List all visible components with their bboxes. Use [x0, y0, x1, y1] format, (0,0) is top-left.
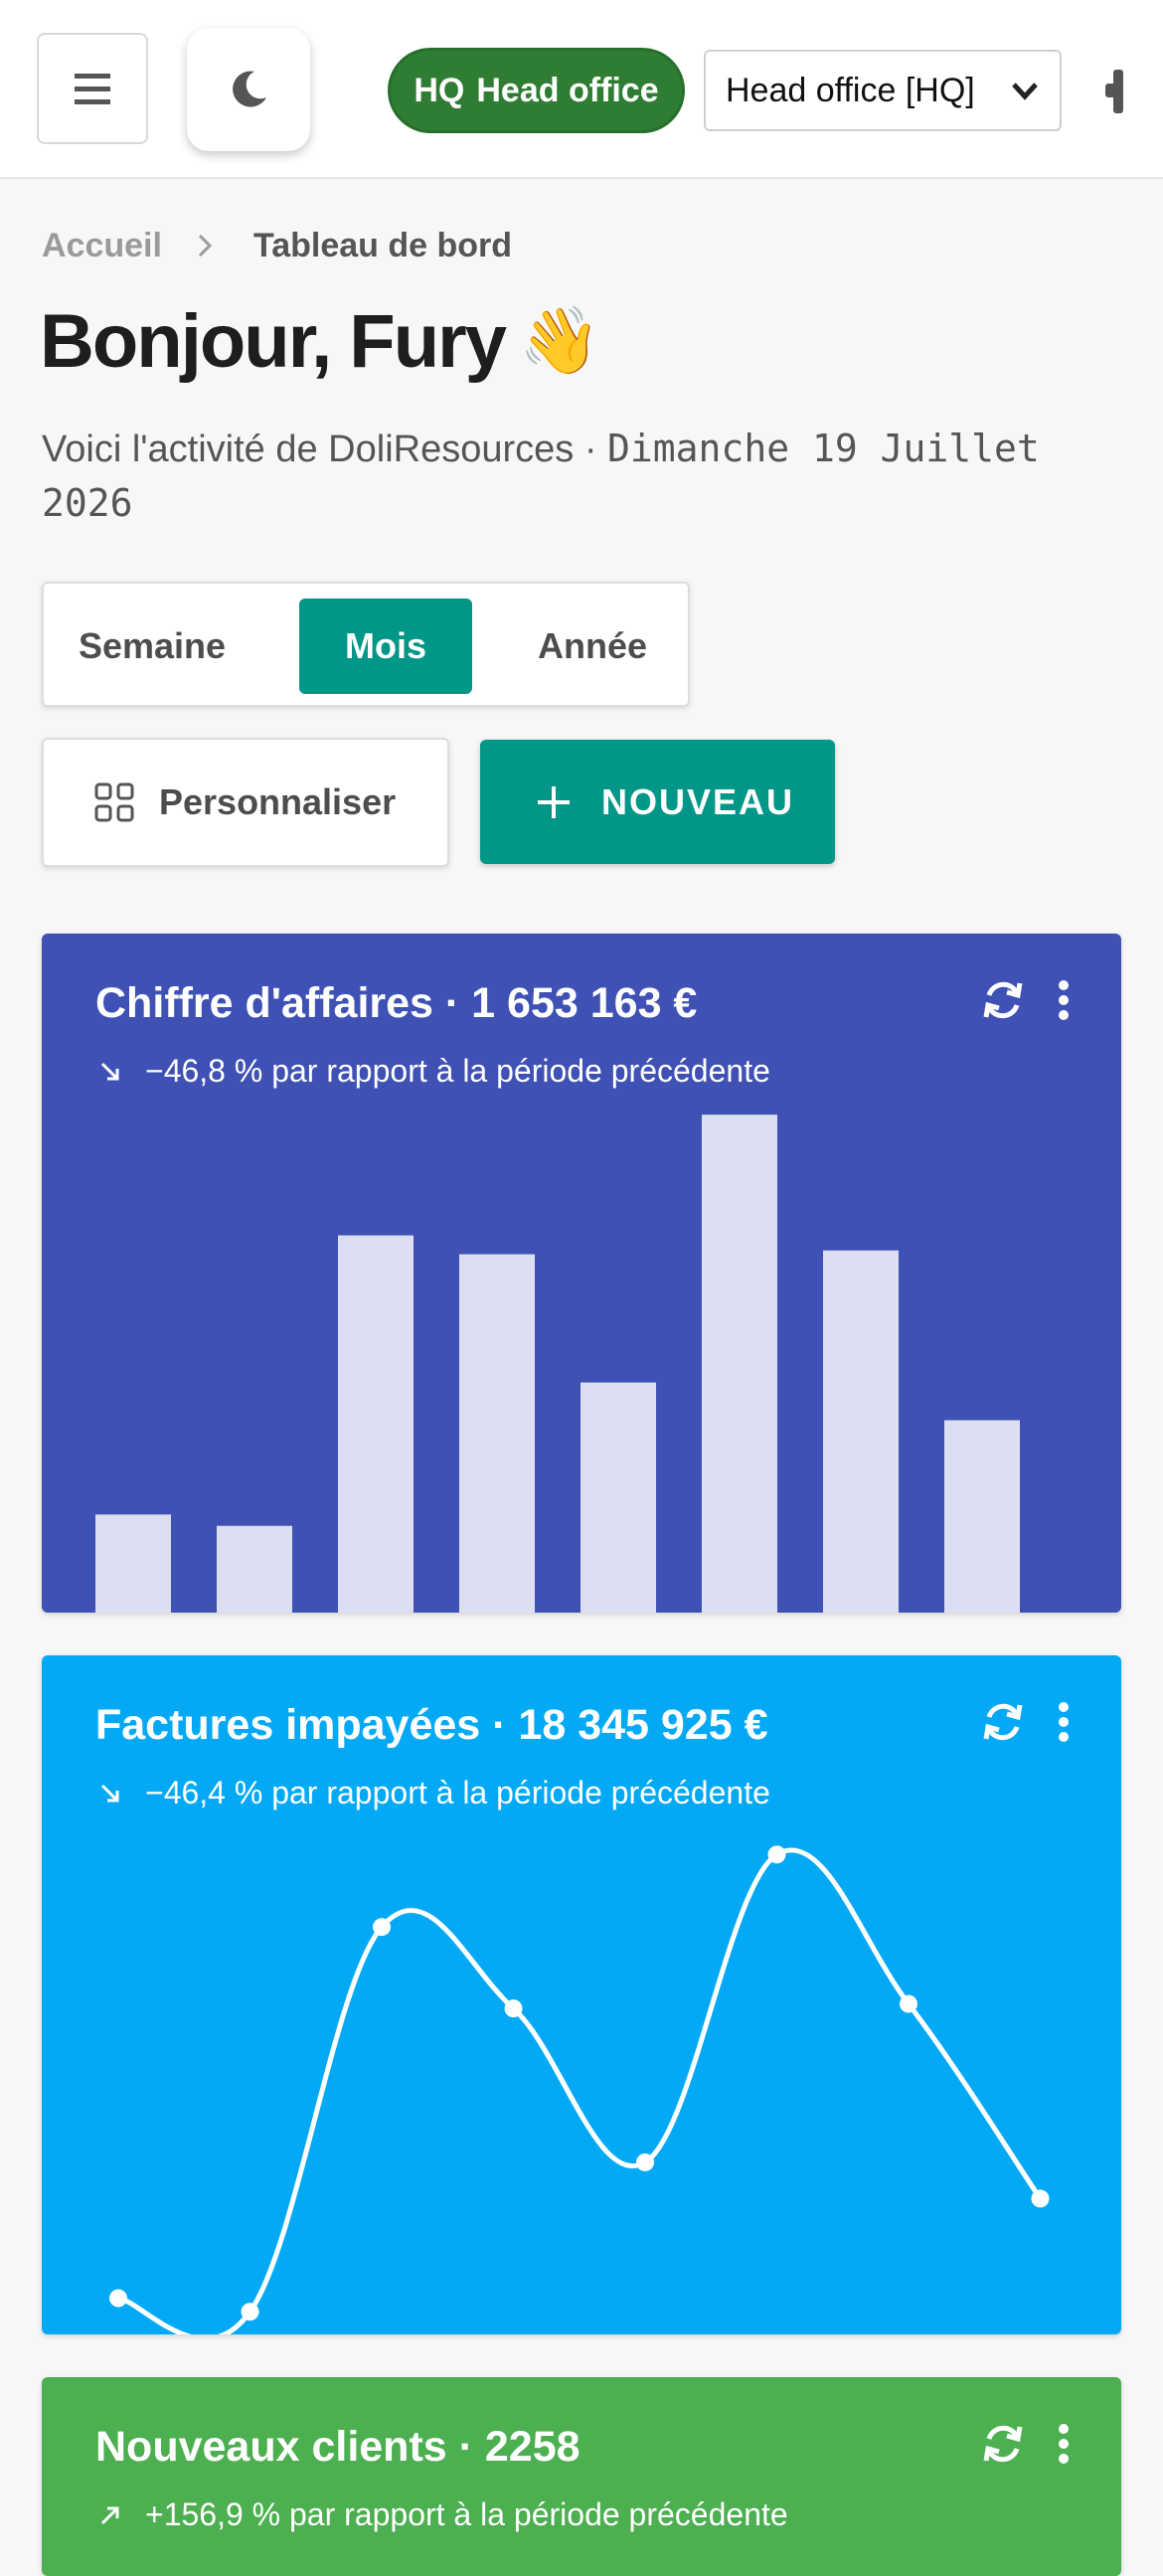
- chart-point: [636, 2152, 654, 2171]
- refresh-icon[interactable]: [980, 977, 1026, 1023]
- unpaid-invoices-card: Factures impayées · 18 345 925 € −46,4 %…: [42, 1655, 1121, 2334]
- entity-code: HQ: [414, 71, 465, 109]
- more-vertical-icon[interactable]: [1054, 2421, 1074, 2467]
- card-delta: −46,8 % par rapport à la période précéde…: [99, 1053, 770, 1090]
- entity-name: Head office: [476, 71, 659, 109]
- chart-bar: [944, 1420, 1020, 1613]
- page-title: Bonjour, Fury 👋: [40, 296, 600, 386]
- waving-hand-emoji: 👋: [519, 303, 600, 377]
- more-vertical-icon[interactable]: [1054, 1699, 1074, 1745]
- chart-point: [109, 2289, 127, 2308]
- refresh-icon[interactable]: [980, 2421, 1026, 2467]
- period-month-button[interactable]: Mois: [299, 599, 472, 694]
- chart-bar: [217, 1525, 292, 1613]
- trend-down-icon: [100, 1062, 119, 1080]
- new-button[interactable]: NOUVEAU: [480, 740, 835, 864]
- revenue-card: Chiffre d'affaires · 1 653 163 € −46,8 %…: [42, 934, 1121, 1613]
- menu-button[interactable]: [37, 33, 148, 144]
- chevron-down-icon: [1012, 83, 1038, 100]
- subtitle-text: Voici l'activité de DoliResources ·: [42, 429, 608, 470]
- chevron-right-icon: [196, 232, 216, 259]
- chart-bar: [95, 1514, 171, 1613]
- customize-label: Personnaliser: [159, 781, 397, 822]
- greeting-text: Bonjour, Fury: [40, 298, 507, 384]
- moon-icon: [233, 71, 266, 107]
- card-title: Factures impayées · 18 345 925 €: [95, 1701, 768, 1749]
- breadcrumb-home-link[interactable]: Accueil: [42, 227, 162, 265]
- card-delta: −46,4 % par rapport à la période précéde…: [99, 1775, 770, 1811]
- hamburger-menu-icon: [75, 74, 110, 104]
- top-bar: HQ Head office Head office [HQ]: [0, 0, 1163, 179]
- breadcrumb: Accueil Tableau de bord: [42, 221, 512, 270]
- trend-up-icon: [100, 2506, 119, 2524]
- chart-line: [117, 1847, 1043, 2334]
- user-icon[interactable]: [1105, 64, 1163, 119]
- grid-icon: [94, 782, 134, 822]
- theme-toggle-button[interactable]: [187, 28, 310, 151]
- chart-bar: [702, 1115, 777, 1613]
- card-delta-text: +156,9 % par rapport à la période précéd…: [145, 2496, 788, 2532]
- chart-bar: [823, 1250, 899, 1613]
- plus-icon: [538, 785, 570, 818]
- customize-button[interactable]: Personnaliser: [42, 738, 449, 867]
- chart-point: [373, 1918, 391, 1937]
- chart-point: [504, 1999, 523, 2018]
- breadcrumb-current: Tableau de bord: [252, 226, 513, 264]
- card-title: Chiffre d'affaires · 1 653 163 €: [95, 979, 698, 1027]
- chart-point: [1031, 2189, 1050, 2208]
- card-delta: +156,9 % par rapport à la période précéd…: [99, 2496, 788, 2533]
- entity-select[interactable]: Head office [HQ]: [704, 50, 1062, 131]
- period-toggle-group: Semaine Mois Année: [42, 582, 690, 707]
- chart-bar: [581, 1382, 656, 1613]
- unpaid-invoices-line-chart: [109, 1845, 1050, 2334]
- revenue-bar-chart: [95, 1115, 1020, 1613]
- more-vertical-icon[interactable]: [1054, 977, 1074, 1023]
- card-title: Nouveaux clients · 2258: [95, 2423, 581, 2471]
- entity-badge[interactable]: HQ Head office: [388, 48, 685, 133]
- chart-bar: [338, 1235, 414, 1613]
- chart-bar: [459, 1254, 535, 1613]
- chart-point: [900, 1994, 917, 2013]
- new-clients-card: Nouveaux clients · 2258 +156,9 % par rap…: [42, 2377, 1121, 2576]
- page-subtitle: Voici l'activité de DoliResources · Dima…: [42, 422, 1125, 531]
- trend-down-icon: [100, 1784, 119, 1802]
- card-delta-text: −46,8 % par rapport à la période précéde…: [145, 1053, 770, 1089]
- new-label: NOUVEAU: [601, 780, 795, 822]
- refresh-icon[interactable]: [980, 1699, 1026, 1745]
- period-year-button[interactable]: Année: [504, 599, 681, 694]
- chart-point: [241, 2303, 259, 2321]
- period-week-button[interactable]: Semaine: [58, 599, 247, 694]
- chart-point: [767, 1845, 786, 1864]
- card-delta-text: −46,4 % par rapport à la période précéde…: [145, 1775, 770, 1810]
- entity-select-value: Head office [HQ]: [726, 71, 975, 109]
